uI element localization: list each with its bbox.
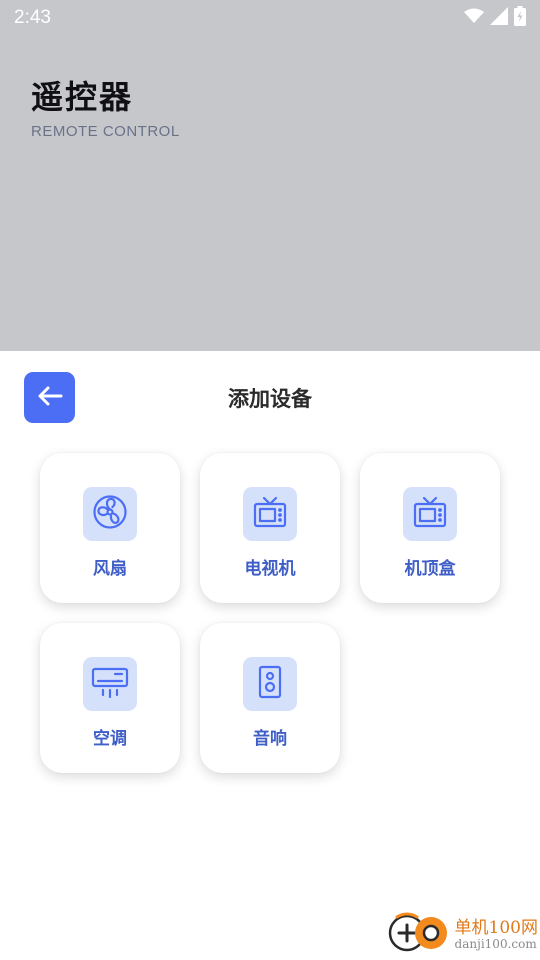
device-icon-box <box>243 487 297 541</box>
status-icons <box>464 6 526 30</box>
app-header: 遥控器 REMOTE CONTROL <box>0 36 540 351</box>
watermark-text: 单机100网 danji100.com <box>455 919 538 951</box>
device-icon-box <box>403 487 457 541</box>
battery-icon <box>514 6 526 30</box>
sheet-title: 添加设备 <box>228 387 312 411</box>
status-bar: 2:43 <box>0 0 540 36</box>
watermark-main: 单机100网 <box>454 918 538 939</box>
signal-icon <box>490 7 508 29</box>
tv-box-icon <box>412 494 448 534</box>
device-card-air-conditioner[interactable]: 空调 <box>40 623 180 773</box>
device-label: 空调 <box>93 729 127 749</box>
app-title: 遥控器 <box>31 78 134 116</box>
watermark-sub: danji100.com <box>454 936 537 951</box>
tv-icon <box>252 494 288 534</box>
device-card-tv[interactable]: 电视机 <box>200 453 340 603</box>
air-conditioner-icon <box>91 664 129 704</box>
status-time: 2:43 <box>14 7 51 28</box>
watermark: 单机100网 danji100.com <box>387 912 538 958</box>
add-device-sheet: 添加设备 风扇 电视机 机顶盒 空调 音响 单机100网 danji100.co… <box>0 351 540 960</box>
device-icon-box <box>83 657 137 711</box>
device-card-fan[interactable]: 风扇 <box>40 453 180 603</box>
device-card-speaker[interactable]: 音响 <box>200 623 340 773</box>
device-label: 风扇 <box>93 559 127 579</box>
device-card-set-top-box[interactable]: 机顶盒 <box>360 453 500 603</box>
speaker-icon <box>252 664 288 704</box>
wifi-icon <box>464 8 484 28</box>
watermark-logo-icon <box>387 911 451 959</box>
device-label: 机顶盒 <box>404 559 456 579</box>
app-subtitle: REMOTE CONTROL <box>31 123 180 140</box>
device-label: 音响 <box>253 729 287 749</box>
device-label: 电视机 <box>244 559 296 579</box>
device-icon-box <box>243 657 297 711</box>
device-icon-box <box>83 487 137 541</box>
fan-icon <box>92 494 128 534</box>
